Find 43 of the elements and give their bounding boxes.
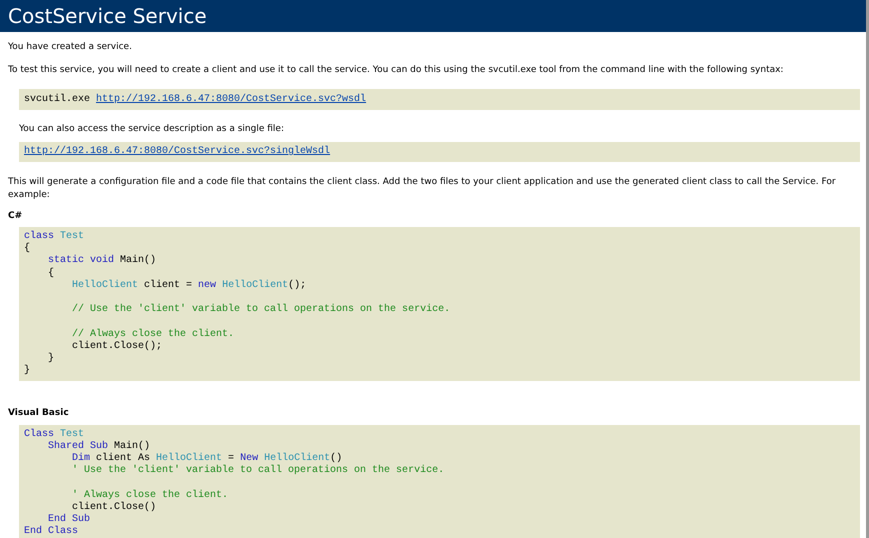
code-text: static void <box>47 255 114 266</box>
code-text: { <box>24 243 30 254</box>
code-text: HelloClient <box>156 453 222 464</box>
code-text: client = <box>143 280 194 291</box>
section-heading: Visual Basic <box>8 407 70 420</box>
paragraph: You can also access the service description as a single file: <box>19 123 285 136</box>
code-text: HelloClient <box>71 280 138 291</box>
code-text: client.Close(); <box>71 340 162 352</box>
code-text: // Always close the client. <box>71 328 234 340</box>
code-text: { <box>47 268 54 279</box>
code-text: HelloClient <box>221 280 288 291</box>
code-text: } <box>47 352 54 364</box>
url-link[interactable]: http://192.168.6.47:8080/CostService.svc?singleWsdl <box>24 144 330 159</box>
code-text: Shared Sub <box>47 440 108 452</box>
code-text: class <box>24 231 54 242</box>
paragraph: This will generate a configuration file and a code file that contains the client class. Add the two files to your client application and use the generated client class to call the Service. For example: <box>8 176 837 202</box>
code-text: Dim <box>71 453 90 464</box>
link-box[interactable]: http://192.168.6.47:8080/CostService.svc?singleWsdl <box>19 142 860 162</box>
code-text: } <box>24 365 30 376</box>
code-text: ' Use the 'client' variable to call operations on the service. <box>71 465 444 476</box>
code-text: new <box>198 280 216 291</box>
code-text: Main() <box>119 255 156 266</box>
section-heading: C# <box>8 210 24 222</box>
code-text: New <box>240 453 258 464</box>
code-text: Test <box>59 231 84 242</box>
command-text: svcutil.exe <box>24 92 92 107</box>
code-text: Main() <box>113 440 150 452</box>
code-text: HelloClient <box>263 453 330 464</box>
code-text: (); <box>288 280 306 291</box>
code-text: Class <box>24 428 54 440</box>
code-text: End Sub <box>47 514 90 526</box>
code-text: ' Always close the client. <box>71 490 228 501</box>
page-title: CostService Service <box>8 6 207 26</box>
code-text: client.Close() <box>71 502 156 513</box>
paragraph: You have created a service. <box>8 41 133 54</box>
code-text: // Use the 'client' variable to call operations on the service. <box>71 304 450 316</box>
code-text: End Class <box>24 526 78 538</box>
paragraph: To test this service, you will need to create a client and use it to call the service. You can do this using the svcutil.exe tool from the command line with the following syntax: <box>8 64 784 76</box>
code-text: = <box>227 453 236 464</box>
code-text: client As <box>95 453 152 464</box>
code-text: () <box>330 453 342 464</box>
code-text: Test <box>59 428 84 440</box>
url-link[interactable]: http://192.168.6.47:8080/CostService.svc?wsdl <box>96 92 366 107</box>
